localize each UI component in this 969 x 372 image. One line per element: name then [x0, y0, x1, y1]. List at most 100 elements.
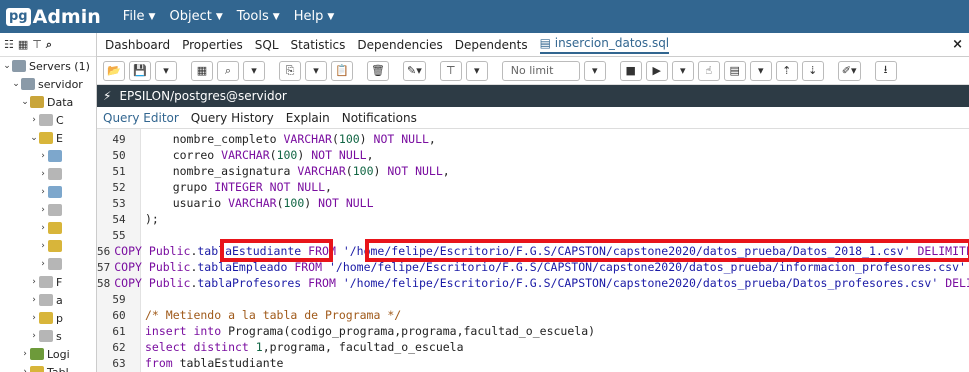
tab-sql[interactable]: SQL [255, 38, 279, 52]
sql-editor[interactable]: 49 nombre_completo VARCHAR(100) NOT NULL… [97, 129, 969, 372]
chevron-down-icon[interactable]: ⌄ [29, 133, 39, 143]
tree-item[interactable]: › Tabl [0, 363, 96, 372]
code-line[interactable]: 52 grupo INTEGER NOT NULL, [97, 179, 969, 195]
edit-button[interactable]: ✎▾ [403, 60, 426, 81]
tab-query-file[interactable]: ▤ insercion_datos.sql [539, 36, 670, 54]
tree-item[interactable]: › [0, 183, 96, 201]
chevron-right-icon[interactable]: › [38, 187, 48, 197]
filter-dropdown-button[interactable]: ▾ [465, 60, 488, 81]
code-line[interactable]: 54); [97, 211, 969, 227]
delete-button[interactable]: 🗑 [367, 60, 389, 81]
execute-button[interactable]: ▶ [645, 60, 668, 81]
code-line[interactable]: 62 select distinct 1,programa, facultad_o… [97, 339, 969, 355]
chevron-right-icon[interactable]: › [29, 331, 39, 341]
table-icon[interactable]: ▦ [18, 38, 28, 51]
chevron-right-icon[interactable]: › [20, 367, 30, 372]
tree-item[interactable]: ⌄ Servers (1) [0, 57, 96, 75]
tab-dependencies[interactable]: Dependencies [357, 38, 442, 52]
tree-item[interactable]: › Logi [0, 345, 96, 363]
tab-notifications[interactable]: Notifications [342, 111, 417, 125]
tree-item[interactable]: › p [0, 309, 96, 327]
chevron-down-icon[interactable]: ⌄ [11, 79, 21, 89]
chevron-right-icon[interactable]: › [38, 169, 48, 179]
tree-item[interactable]: › [0, 219, 96, 237]
tree-item[interactable]: › s [0, 327, 96, 345]
menu-file[interactable]: File ▼ [123, 9, 156, 24]
paste-button[interactable]: 📋 [331, 60, 353, 81]
object-icon [48, 204, 62, 216]
tree-item[interactable]: › C [0, 111, 96, 129]
download-button[interactable]: ⭳ [874, 60, 897, 81]
tree-item[interactable]: ⌄ Data [0, 93, 96, 111]
copy-dropdown-button[interactable]: ▾ [305, 60, 327, 81]
tab-explain[interactable]: Explain [286, 111, 330, 125]
tab-query-history[interactable]: Query History [191, 111, 274, 125]
tree-item[interactable]: › [0, 165, 96, 183]
find-button[interactable]: ⌕ [217, 60, 239, 81]
tab-dashboard[interactable]: Dashboard [105, 38, 170, 52]
explain-dropdown-button[interactable]: ▾ [749, 60, 772, 81]
tab-properties[interactable]: Properties [182, 38, 243, 52]
tree-item[interactable]: › [0, 147, 96, 165]
rollback-button[interactable]: ⇣ [801, 60, 824, 81]
code-line[interactable]: 51 nombre_asignatura VARCHAR(100) NOT NU… [97, 163, 969, 179]
code-line[interactable]: 60 /* Metiendo a la tabla de Programa */ [97, 307, 969, 323]
code-line[interactable]: 61 insert into Programa(codigo_programa,p… [97, 323, 969, 339]
chevron-right-icon[interactable]: › [38, 223, 48, 233]
browser-toolbar: ☷ ▦ ⊤ ⌕ [0, 33, 96, 57]
properties-icon[interactable]: ☷ [4, 38, 14, 51]
save-button[interactable]: 💾 [129, 60, 151, 81]
chevron-right-icon[interactable]: › [38, 241, 48, 251]
copy-button[interactable]: ⎘ [279, 60, 301, 81]
tree-item-label: p [56, 311, 63, 325]
tree-item[interactable]: › [0, 201, 96, 219]
row-limit-select[interactable]: No limit [501, 60, 580, 81]
tab-query-editor[interactable]: Query Editor [103, 111, 179, 125]
execute-dropdown-button[interactable]: ▾ [671, 60, 694, 81]
find-dropdown-button[interactable]: ▾ [243, 60, 265, 81]
chevron-down-icon[interactable]: ⌄ [2, 61, 12, 71]
chevron-right-icon[interactable]: › [38, 151, 48, 161]
code-text: grupo INTEGER NOT NULL, [145, 180, 332, 194]
explain-analyze-button[interactable]: ▤ [723, 60, 746, 81]
grid-button[interactable]: ▦ [191, 60, 213, 81]
tree-item[interactable]: ⌄ servidor [0, 75, 96, 93]
filter-button[interactable]: ⊤ [439, 60, 462, 81]
chevron-right-icon[interactable]: › [38, 259, 48, 269]
chevron-right-icon[interactable]: › [29, 277, 39, 287]
close-icon[interactable]: × [952, 37, 963, 52]
menu-help[interactable]: Help ▼ [294, 9, 335, 24]
commit-button[interactable]: ⇡ [775, 60, 798, 81]
tab-statistics[interactable]: Statistics [291, 38, 346, 52]
code-line[interactable]: 50 correo VARCHAR(100) NOT NULL, [97, 147, 969, 163]
tree-item[interactable]: › F [0, 273, 96, 291]
limit-dropdown-button[interactable]: ▾ [583, 60, 606, 81]
menu-tools[interactable]: Tools ▼ [237, 9, 280, 24]
chevron-right-icon[interactable]: › [29, 295, 39, 305]
code-line[interactable]: 58 COPY Public.tablaProfesores FROM '/hom… [97, 275, 969, 291]
tree-item[interactable]: › a [0, 291, 96, 309]
connection-label[interactable]: EPSILON/postgres@servidor [119, 89, 286, 103]
chevron-down-icon[interactable]: ⌄ [20, 97, 30, 107]
code-line[interactable]: 49 nombre_completo VARCHAR(100) NOT NULL… [97, 131, 969, 147]
tree-item[interactable]: › [0, 255, 96, 273]
search-icon[interactable]: ⌕ [46, 38, 52, 52]
chevron-right-icon[interactable]: › [29, 313, 39, 323]
code-line[interactable]: 53 usuario VARCHAR(100) NOT NULL [97, 195, 969, 211]
chevron-right-icon[interactable]: › [38, 205, 48, 215]
clear-button[interactable]: ✐▾ [837, 60, 861, 81]
explain-button[interactable]: ☝ [697, 60, 720, 81]
code-line[interactable]: 63 from tablaEstudiante [97, 355, 969, 371]
filter-icon[interactable]: ⊤ [32, 38, 42, 51]
stop-button[interactable]: ■ [619, 60, 642, 81]
save-dropdown-button[interactable]: ▾ [155, 60, 177, 81]
chevron-right-icon[interactable]: › [20, 349, 30, 359]
code-line[interactable]: 59 [97, 291, 969, 307]
chevron-right-icon[interactable]: › [29, 115, 39, 125]
open-file-button[interactable]: 📂 [103, 60, 125, 81]
menu-object[interactable]: Object ▼ [169, 9, 222, 24]
tree-item[interactable]: ⌄ E [0, 129, 96, 147]
tree-item[interactable]: › [0, 237, 96, 255]
plug-icon[interactable]: ⚡ [103, 89, 111, 103]
tab-dependents[interactable]: Dependents [455, 38, 528, 52]
